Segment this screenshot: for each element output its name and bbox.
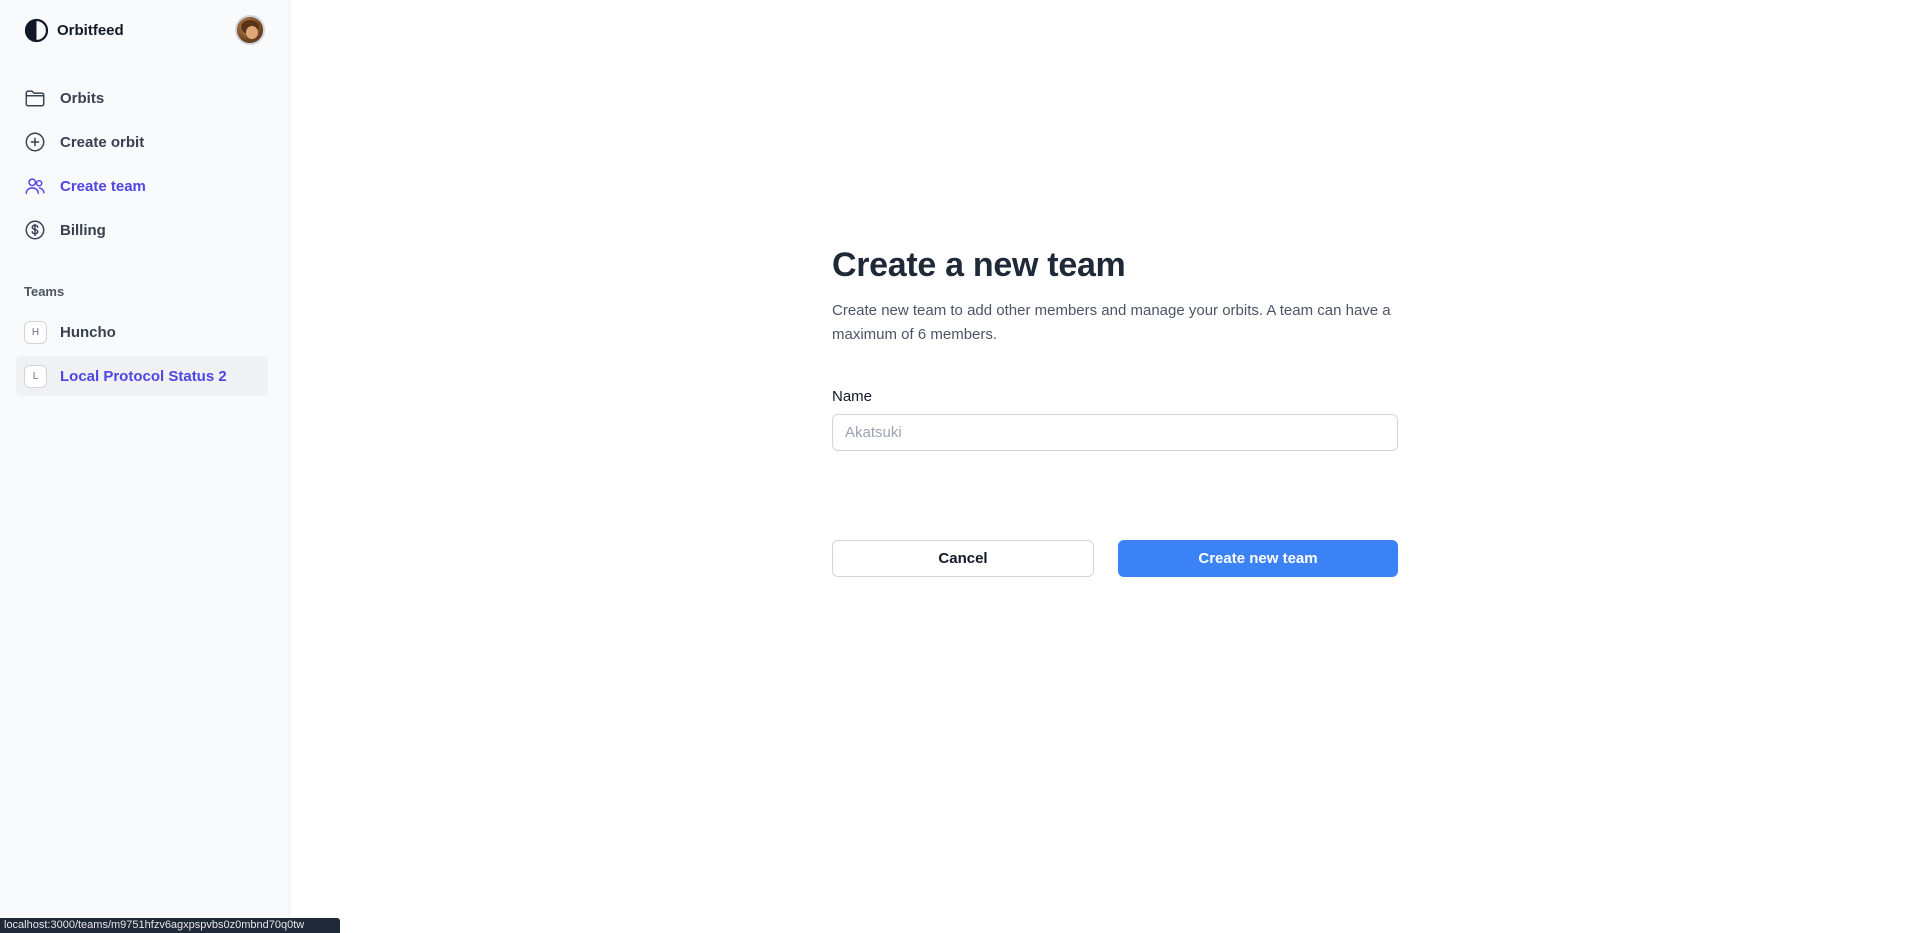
plus-circle-icon [24,131,46,153]
team-name: Local Protocol Status 2 [60,367,227,385]
page-description: Create new team to add other members and… [832,302,1391,343]
nav-item-billing[interactable]: Billing [16,210,268,250]
brand[interactable]: Orbitfeed [24,18,124,43]
nav-item-orbits[interactable]: Orbits [16,78,268,118]
team-item-huncho[interactable]: H Huncho [16,312,268,352]
nav-item-label: Create orbit [60,133,145,151]
team-name: Huncho [60,323,116,341]
name-label: Name [832,388,873,405]
cancel-button[interactable]: Cancel [832,540,1094,577]
nav-item-label: Billing [60,221,106,239]
team-name-input[interactable] [832,414,1398,451]
team-item-local-protocol-status-2[interactable]: L Local Protocol Status 2 [16,356,268,396]
team-initial-badge: H [24,320,47,344]
main-nav: Orbits Create orbit Create team Billing [16,78,268,254]
create-team-button[interactable]: Create new team [1118,540,1398,577]
users-icon [24,175,46,197]
teams-list: H Huncho L Local Protocol Status 2 [16,312,268,400]
nav-item-create-orbit[interactable]: Create orbit [16,122,268,162]
main-content: Create a new team Create new team to add… [290,0,1913,933]
brand-name: Orbitfeed [57,21,124,39]
status-bar-url: localhost:3000/teams/m9751hfzv6agxpspvbs… [0,918,340,933]
nav-item-create-team[interactable]: Create team [16,166,268,206]
nav-item-label: Create team [60,177,146,195]
nav-item-label: Orbits [60,89,105,107]
page-title: Create a new team [832,246,1126,284]
team-initial-badge: L [24,364,47,388]
half-circle-logo-icon [24,18,49,43]
create-team-form: Create a new team Create new team to add… [832,246,1398,577]
teams-heading: Teams [24,284,65,299]
dollar-circle-icon [24,219,46,241]
sidebar: Orbitfeed Orbits Create orbit Create tea… [0,0,290,933]
folder-icon [24,87,46,109]
brand-row: Orbitfeed [24,15,265,45]
avatar[interactable] [235,15,265,45]
